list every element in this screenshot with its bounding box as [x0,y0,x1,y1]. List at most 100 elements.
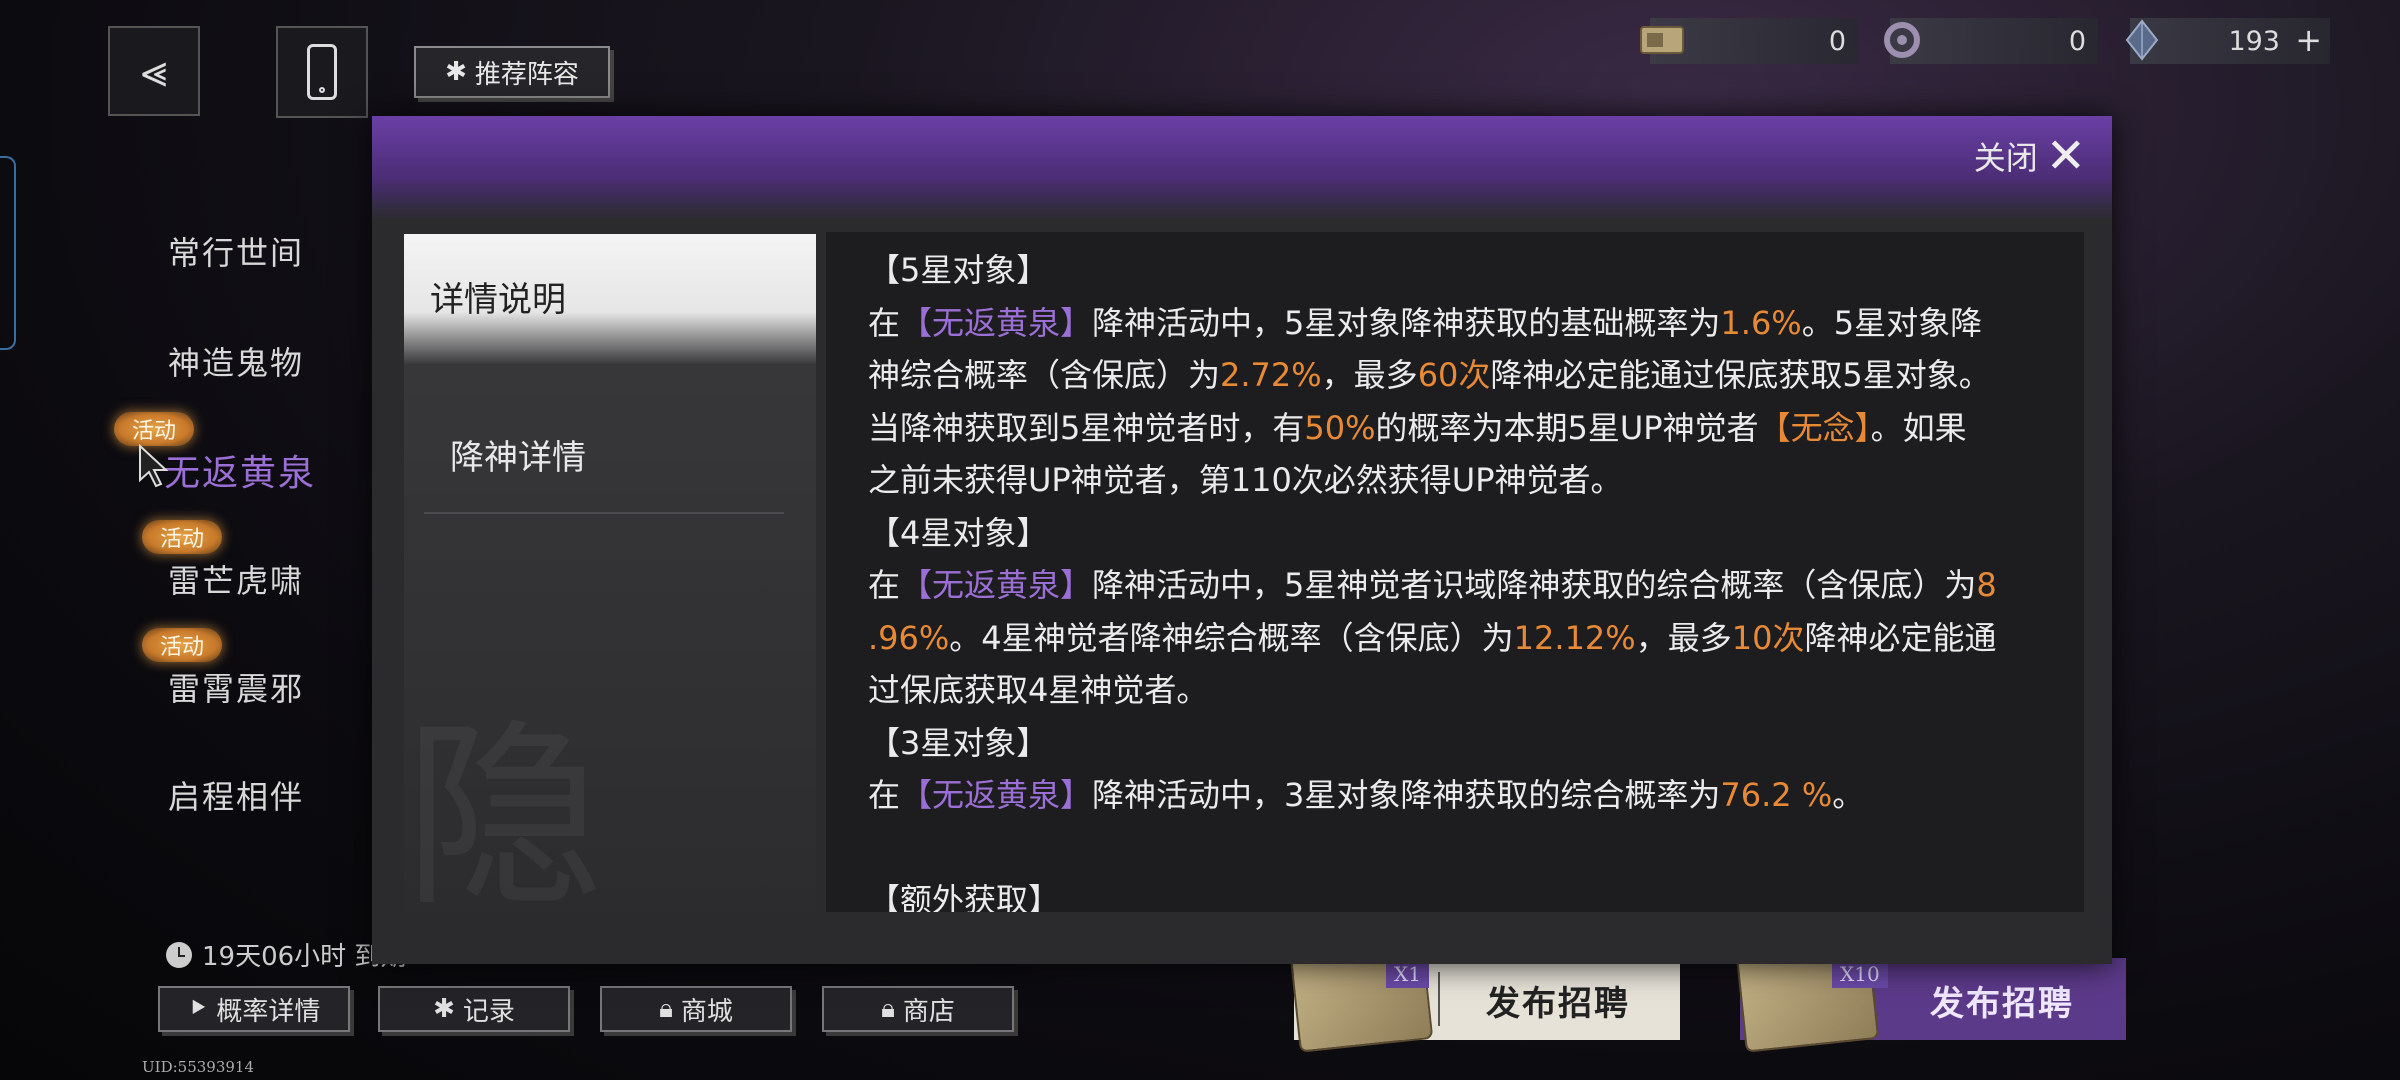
bag-icon: 🔒︎ [659,993,673,1024]
recommend-label: 推荐阵容 [474,59,579,90]
mall-label: 商城 [680,996,733,1027]
details-content[interactable]: 【5星对象】 在【无返黄泉】降神活动中，5星对象降神获取的基础概率为1.6%。5星… [826,232,2084,912]
content-line: 【额外获取】 [868,874,2084,912]
content-text: 。如果 [1870,408,1967,447]
highlight-text: 50% [1304,408,1376,447]
probability-details-button[interactable]: ⯈ 概率详情 [158,986,350,1032]
back-button[interactable]: ⪡ [108,26,200,116]
content-text: 降神必定能通过保底获取5星对象。 [1490,356,1991,394]
modal-tabs: 详情说明 降神详情 隐 [404,234,816,934]
tab-details-label: 详情说明 [430,280,566,320]
records-button[interactable]: ✱ 记录 [378,986,570,1032]
content-line: 神综合概率（含保底）为2.72%，最多60次降神必定能通过保底获取5星对象。 [868,349,2084,402]
sidebar-item-1[interactable]: 常行世间 [168,228,304,274]
ticket-icon [1638,20,1686,60]
highlight-text: 2.72% [1220,356,1322,394]
uid-label: UID:55393914 [142,1058,254,1076]
watermark-glyph: 隐 [404,701,605,934]
content-text: 降神活动中，5星对象降神获取的基础概率为 [1092,303,1721,342]
highlight-text: 10次 [1731,618,1805,657]
swirl-icon [1878,20,1926,60]
highlight-text: 60次 [1417,356,1491,394]
content-text: 过保底获取4星神觉者。 [868,671,1209,709]
sidebar-item-6[interactable]: 启程相伴 [168,772,304,818]
tab-divider [424,512,784,514]
content-text: 降神活动中，5星神觉者识域降神获取的综合概率（含保底）为 [1092,566,1977,604]
content-text: ，最多 [1321,356,1418,394]
content-text: 降神必定能通 [1804,618,1997,657]
mall-button[interactable]: 🔒︎ 商城 [600,986,792,1032]
multiplier-badge: X10 [1832,962,1888,988]
sidebar-item-5[interactable]: 雷霄震邪 [168,664,304,710]
highlight-text: 【无返黄泉】 [900,566,1093,604]
close-label: 关闭 [1973,139,2038,177]
event-badge: 活动 [142,628,223,662]
content-text: 降神活动中，3星对象降神获取的综合概率为 [1092,776,1721,814]
tab-summon-details[interactable]: 降神详情 [450,430,586,479]
modal-header [372,116,2112,220]
add-crystal-icon[interactable]: + [2295,24,2322,56]
back-arrow-icon: ⪡ [141,43,167,97]
event-badge: 活动 [114,412,195,446]
content-text: 【额外获取】 [868,881,1061,912]
cursor-icon [139,444,168,488]
close-icon: ✕ [2045,128,2086,184]
currency-swirl: 0 [1884,18,2098,64]
content-line: .96%。4星神觉者降神综合概率（含保底）为12.12%，最多10次降神必定能通 [868,612,2084,665]
sidebar-item-3-active[interactable]: 无返黄泉 [164,444,316,496]
content-line: 【5星对象】 [868,244,2084,297]
currency-ticket-value: 0 [1828,25,1846,57]
side-handle[interactable] [0,156,16,350]
content-line: 【3星对象】 [868,717,2084,770]
tab-details[interactable]: 详情说明 [404,234,816,364]
recruit-x1-button[interactable]: X1 发布招聘 [1288,931,1680,1053]
highlight-text: 1.6% [1720,303,1802,342]
probability-details-label: 概率详情 [216,996,321,1027]
content-text: 在 [868,566,901,604]
highlight-text: 【无返黄泉】 [900,303,1093,342]
highlight-text: 【无念】 [1758,408,1871,447]
content-line: 当降神获取到5星神觉者时，有50%的概率为本期5星UP神觉者【无念】。如果 [868,402,2084,455]
content-text: 。5星对象降 [1801,303,1983,342]
content-line: 【4星对象】 [868,507,2084,560]
content-text: 。 [1832,776,1865,814]
highlight-text: 【无返黄泉】 [900,776,1093,814]
event-badge: 活动 [142,520,223,554]
content-text: 【3星对象】 [868,723,1049,762]
currency-crystal: 193 + [2125,18,2330,64]
records-label: 记录 [462,996,515,1027]
content-line: 之前未获得UP神觉者，第110次必然获得UP神觉者。 [868,454,2084,507]
content-text: 【5星对象】 [868,251,1049,289]
recruit-x10-button[interactable]: X10 发布招聘 [1734,931,2126,1053]
close-button[interactable]: 关闭 ✕ [1974,132,2086,180]
star-icon: ✱ [445,57,467,87]
highlight-text: .96% [868,618,950,657]
content-text: 之前未获得UP神觉者，第110次必然获得UP神觉者。 [868,461,1623,499]
sidebar-item-2[interactable]: 神造鬼物 [168,338,304,384]
expiry-timer: 19天06小时 到期 [166,936,406,973]
content-line [868,822,2084,875]
content-text: 在 [868,776,901,814]
recommend-lineup-button[interactable]: ✱ 推荐阵容 [414,46,610,98]
highlight-text: 8 [1976,566,1997,604]
details-text: 【5星对象】 在【无返黄泉】降神活动中，5星对象降神获取的基础概率为1.6%。5星… [868,244,2084,912]
content-text: 。4星神觉者降神综合概率（含保底）为 [949,618,1514,657]
highlight-text: 12.12% [1513,618,1636,657]
content-line: 在【无返黄泉】降神活动中，3星对象降神获取的综合概率为76.2 %。 [868,769,2084,822]
clock-icon [166,941,192,968]
content-text: ，最多 [1635,618,1732,657]
content-line: 在【无返黄泉】降神活动中，5星神觉者识域降神获取的综合概率（含保底）为8 [868,559,2084,612]
currency-swirl-value: 0 [2068,25,2086,57]
phone-icon [307,44,337,100]
content-line: 在【无返黄泉】降神活动中，5星对象降神获取的基础概率为1.6%。5星对象降 [868,297,2084,350]
content-text: 的概率为本期5星UP神觉者 [1375,408,1759,447]
currency-crystal-value: 193 [2228,25,2280,57]
content-text: 在 [868,303,901,342]
fast-forward-icon: ⯈ [187,993,209,1024]
multiplier-badge: X1 [1386,962,1429,988]
content-line: 过保底获取4星神觉者。 [868,664,2084,717]
sidebar-item-4[interactable]: 雷芒虎啸 [168,556,304,602]
phone-button[interactable] [276,26,368,118]
star-icon: ✱ [433,994,455,1024]
shop-button[interactable]: 🔒︎ 商店 [822,986,1014,1032]
